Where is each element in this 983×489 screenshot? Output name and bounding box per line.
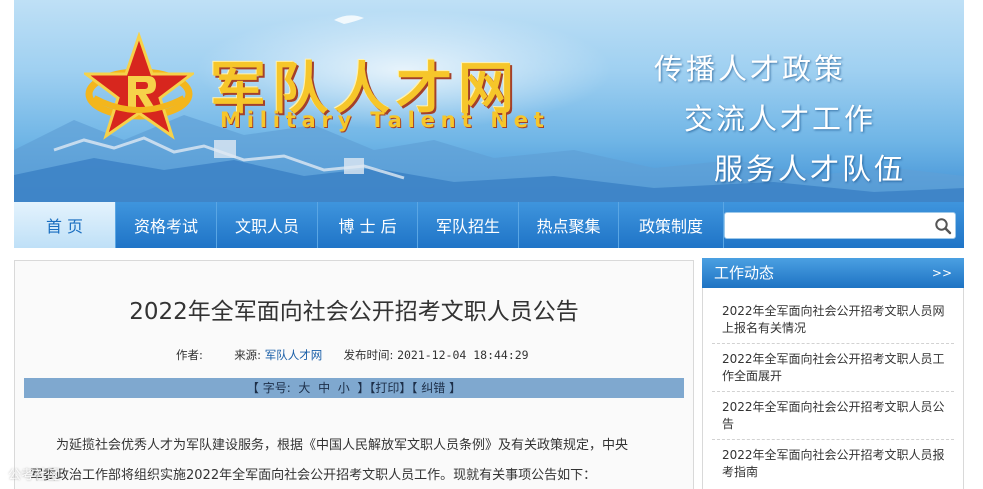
- bracket: 【: [246, 381, 259, 395]
- news-item-line: 上报名有关情况: [722, 321, 807, 335]
- news-item-line: 作全面展开: [722, 369, 783, 383]
- news-item-line: 2022年全军面向社会公开招考文职人员工: [722, 352, 945, 366]
- nav-item-postdoc[interactable]: 博 士 后: [318, 202, 418, 248]
- article-paragraph-line-2: 军委政治工作部将组织实施2022年全军面向社会公开招考文职人员工作。现就有关事项…: [30, 468, 597, 483]
- nav-item-qualification-exam[interactable]: 资格考试: [116, 202, 217, 248]
- source-link[interactable]: 军队人才网: [265, 348, 323, 362]
- bracket: 】: [449, 381, 462, 395]
- nav-item-military-admissions[interactable]: 军队招生: [418, 202, 519, 248]
- sidebar-news-item[interactable]: 2022年全军面向社会公开招考文职人员公 告: [722, 399, 964, 433]
- divider: [712, 343, 954, 344]
- sidebar-news-item[interactable]: 2022年全军面向社会公开招考文职人员网 上报名有关情况: [722, 303, 964, 337]
- article-paragraph-line-1: 为延揽社会优秀人才为军队建设服务，根据《中国人民解放军文职人员条例》及有关政策规…: [56, 438, 629, 453]
- news-item-line: 2022年全军面向社会公开招考文职人员网: [722, 304, 945, 318]
- font-size-label: 字号:: [262, 381, 291, 395]
- nav-item-hot-topics[interactable]: 热点聚集: [519, 202, 619, 248]
- font-size-large-button[interactable]: 大: [298, 381, 310, 395]
- font-size-medium-button[interactable]: 中: [318, 381, 330, 395]
- sidebar-more-link[interactable]: >>: [932, 258, 952, 288]
- author-label: 作者:: [176, 348, 203, 362]
- sidebar-news-item[interactable]: 2022年全军面向社会公开招考文职人员报 考指南: [722, 447, 964, 481]
- site-banner: 军队人才网 Military Talent Net 传播人才政策 交流人才工作 …: [14, 0, 964, 202]
- bracket: 【: [411, 381, 418, 395]
- nav-item-civilian-staff[interactable]: 文职人员: [217, 202, 318, 248]
- news-item-line: 2022年全军面向社会公开招考文职人员公: [722, 400, 945, 414]
- site-title-english: Military Talent Net: [220, 108, 550, 132]
- army-star-emblem-logo: [84, 32, 194, 140]
- divider: [712, 439, 954, 440]
- sidebar-heading: 工作动态 >>: [702, 258, 964, 288]
- publish-time-label: 发布时间:: [343, 348, 394, 362]
- divider: [712, 391, 954, 392]
- slogan-1: 传播人才政策: [654, 52, 847, 86]
- sidebar-heading-label: 工作动态: [714, 264, 775, 282]
- bracket: 】: [357, 381, 370, 395]
- search-icon[interactable]: [934, 217, 952, 235]
- nav-item-policies[interactable]: 政策制度: [619, 202, 724, 248]
- nav-item-home[interactable]: 首 页: [14, 202, 116, 248]
- slogan-3: 服务人才队伍: [714, 152, 907, 186]
- page: 军队人才网 Military Talent Net 传播人才政策 交流人才工作 …: [0, 0, 983, 489]
- slogan-2: 交流人才工作: [684, 102, 877, 136]
- publish-time: 2021-12-04 18:44:29: [397, 348, 529, 362]
- print-button[interactable]: 【打印】: [369, 381, 411, 395]
- source-label: 来源:: [234, 348, 262, 362]
- news-item-line: 考指南: [722, 465, 759, 479]
- article-title: 2022年全军面向社会公开招考文职人员公告: [129, 299, 579, 325]
- font-size-small-button[interactable]: 小: [338, 381, 350, 395]
- report-error-button[interactable]: 纠错: [421, 381, 445, 395]
- search-input[interactable]: [724, 212, 956, 239]
- article-meta: 作者: 来源: 军队人才网 发布时间: 2021-12-04 18:44:29: [176, 347, 529, 363]
- news-item-line: 告: [722, 417, 735, 431]
- watermark: 公考社区: [8, 468, 61, 483]
- sidebar-news-item[interactable]: 2022年全军面向社会公开招考文职人员工 作全面展开: [722, 351, 964, 385]
- article-toolbar: 【 字号: 大 中 小 】【打印】【 纠错 】: [24, 378, 684, 398]
- news-item-line: 2022年全军面向社会公开招考文职人员报: [722, 448, 945, 462]
